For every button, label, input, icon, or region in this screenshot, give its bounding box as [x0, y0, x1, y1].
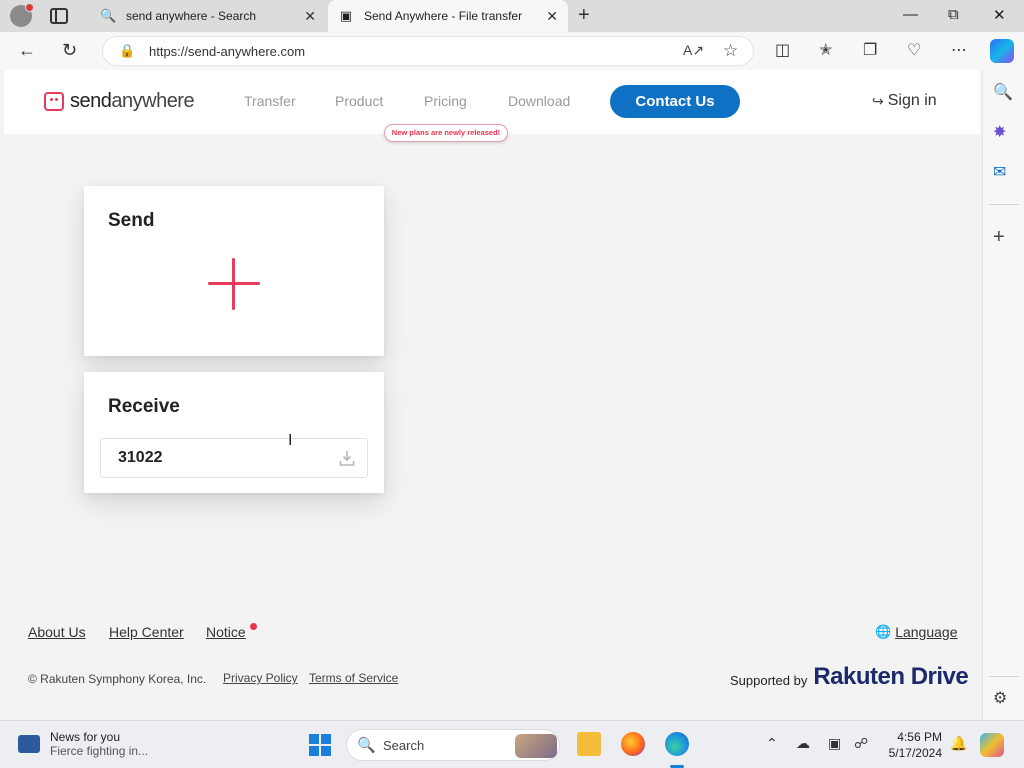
- search-icon: 🔍: [357, 737, 376, 754]
- logo-text-send: send: [70, 90, 112, 112]
- supported-by-label: Supported by: [730, 673, 808, 688]
- globe-icon: 🌐: [875, 624, 892, 639]
- sign-in-link[interactable]: ↪ Sign in: [872, 92, 937, 110]
- tab-title: send anywhere - Search: [126, 9, 257, 23]
- text-cursor-icon: I: [288, 432, 293, 449]
- collections-icon[interactable]: ❐: [863, 40, 877, 60]
- more-options-icon[interactable]: ⋯: [951, 40, 967, 60]
- logo-text-anywhere: anywhere: [111, 90, 195, 112]
- windows-taskbar: News for you Fierce fighting in... 🔍 Sea…: [0, 720, 1024, 768]
- notice-link[interactable]: Notice: [206, 624, 246, 640]
- receive-key-input[interactable]: [101, 439, 331, 477]
- browser-tab-strip: 🔍 send anywhere - Search ✕ ▣ Send Anywhe…: [0, 0, 1024, 32]
- news-icon: [18, 735, 40, 753]
- outlook-icon[interactable]: ✉: [993, 162, 1006, 182]
- refresh-icon[interactable]: ↻: [62, 40, 77, 61]
- notice-indicator-dot: [250, 623, 257, 630]
- sendanywhere-favicon-icon: ▣: [339, 8, 353, 23]
- sign-in-label: Sign in: [887, 92, 937, 109]
- taskbar-search-label: Search: [383, 738, 425, 753]
- onedrive-offline-icon[interactable]: ☁: [796, 735, 810, 752]
- about-us-link[interactable]: About Us: [28, 624, 86, 640]
- notification-bell-icon[interactable]: 🔔: [950, 735, 967, 752]
- tab-title: Send Anywhere - File transfer: [364, 9, 523, 23]
- receive-key-box: [100, 438, 368, 478]
- favorites-icon[interactable]: ✭: [819, 40, 832, 60]
- url-text[interactable]: https://send-anywhere.com: [149, 44, 305, 59]
- new-tab-icon[interactable]: +: [578, 4, 590, 27]
- search-icon[interactable]: 🔍: [993, 82, 1013, 102]
- copyright-text: © Rakuten Symphony Korea, Inc.: [28, 672, 207, 686]
- divider: [989, 204, 1019, 205]
- contact-us-button[interactable]: Contact Us: [610, 85, 740, 118]
- favorite-star-icon[interactable]: ☆: [723, 41, 738, 61]
- terms-of-service-link[interactable]: Terms of Service: [309, 671, 398, 685]
- back-icon[interactable]: ←: [18, 40, 36, 61]
- language-label: Language: [895, 624, 958, 640]
- news-subtitle: Fierce fighting in...: [50, 744, 149, 758]
- download-icon[interactable]: [339, 449, 355, 467]
- settings-gear-icon[interactable]: ⚙: [993, 688, 1007, 708]
- browser-tab-sendanywhere[interactable]: ▣ Send Anywhere - File transfer ✕: [328, 0, 568, 32]
- clock-date: 5/17/2024: [888, 746, 942, 760]
- add-icon[interactable]: +: [993, 226, 1005, 249]
- divider: [989, 676, 1019, 677]
- minimize-icon[interactable]: —: [903, 6, 918, 23]
- profile-avatar-icon[interactable]: [10, 3, 34, 27]
- browser-tab-search[interactable]: 🔍 send anywhere - Search ✕: [90, 0, 326, 32]
- new-plans-badge[interactable]: New plans are newly released!: [384, 124, 508, 142]
- split-screen-icon[interactable]: ◫: [775, 40, 790, 60]
- tray-overflow-chevron-icon[interactable]: ⌃: [766, 735, 778, 752]
- search-icon: 🔍: [100, 8, 117, 23]
- edge-sidebar: 🔍 ✸ ✉ + ⚙: [982, 70, 1024, 720]
- news-widget[interactable]: News for you Fierce fighting in...: [18, 730, 148, 758]
- help-center-link[interactable]: Help Center: [109, 624, 184, 640]
- privacy-policy-link[interactable]: Privacy Policy: [223, 671, 298, 685]
- nav-download[interactable]: Download: [508, 93, 570, 109]
- rakuten-drive-logo: Rakuten Drive: [813, 663, 969, 690]
- close-icon[interactable]: ✕: [546, 8, 558, 25]
- window-close-icon[interactable]: ✕: [993, 6, 1006, 24]
- edge-icon[interactable]: [665, 732, 689, 756]
- supported-by[interactable]: Supported by Rakuten Drive: [730, 663, 969, 691]
- sendanywhere-logo[interactable]: send anywhere: [44, 90, 195, 113]
- add-file-plus-icon[interactable]: [208, 258, 260, 310]
- restore-icon[interactable]: ⧉: [948, 6, 959, 23]
- receive-title: Receive: [108, 396, 180, 417]
- logo-chat-icon: [44, 92, 64, 111]
- send-title: Send: [108, 210, 155, 231]
- windows-start-icon[interactable]: [309, 734, 331, 756]
- send-card: Send: [84, 186, 384, 356]
- nav-transfer[interactable]: Transfer: [244, 93, 296, 109]
- language-selector[interactable]: 🌐 Language: [875, 624, 957, 640]
- network-icon[interactable]: ☍: [854, 735, 868, 752]
- tab-actions-icon[interactable]: [50, 8, 68, 24]
- copilot-icon[interactable]: [990, 39, 1014, 63]
- system-clock[interactable]: 4:56 PM 5/17/2024: [884, 729, 942, 761]
- taskbar-search[interactable]: 🔍 Search: [346, 729, 560, 761]
- close-icon[interactable]: ✕: [304, 8, 316, 25]
- display-icon[interactable]: ▣: [828, 735, 841, 752]
- browser-essentials-icon[interactable]: ♡: [907, 40, 921, 60]
- clock-time: 4:56 PM: [897, 730, 942, 744]
- firefox-icon[interactable]: [621, 732, 645, 756]
- nav-pricing[interactable]: Pricing: [424, 93, 467, 109]
- address-bar[interactable]: 🔒 https://send-anywhere.com A↗ ☆: [102, 36, 754, 66]
- lock-icon[interactable]: 🔒: [119, 43, 135, 59]
- read-aloud-icon[interactable]: A↗: [683, 42, 704, 59]
- copilot-preview-icon[interactable]: [980, 733, 1004, 757]
- sign-in-icon: ↪: [872, 92, 884, 109]
- news-title: News for you: [50, 730, 121, 744]
- file-explorer-icon[interactable]: [577, 732, 601, 756]
- apps-icon[interactable]: ✸: [993, 122, 1006, 142]
- nav-product[interactable]: Product: [335, 93, 383, 109]
- receive-card: Receive: [84, 372, 384, 493]
- browser-toolbar: ← ↻ 🔒 https://send-anywhere.com A↗ ☆ ◫ ✭…: [0, 32, 1024, 70]
- web-page: send anywhere Transfer Product Pricing D…: [4, 70, 980, 718]
- search-highlight-image: [515, 734, 557, 758]
